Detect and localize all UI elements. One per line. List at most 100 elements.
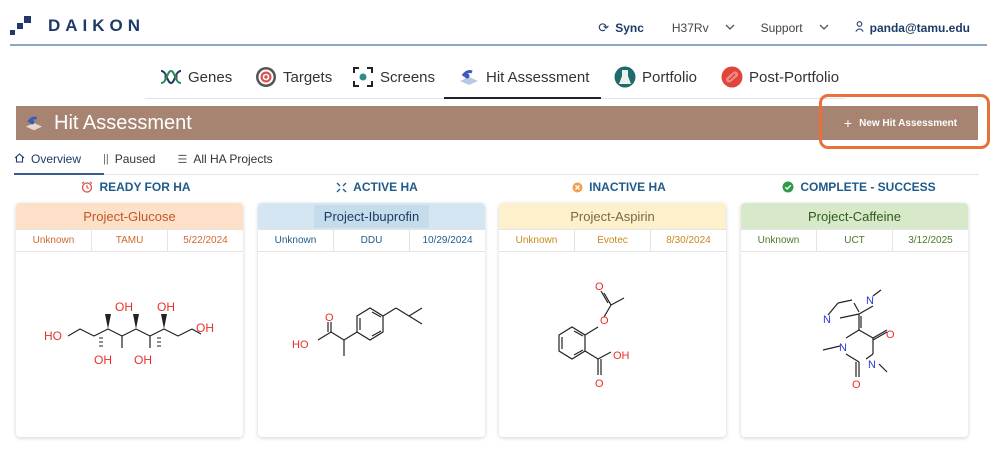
subtab-all-ha-projects[interactable]: ☰ All HA Projects — [177, 148, 272, 170]
card-meta-status: Unknown — [258, 230, 334, 251]
aspirin-atom-label: O — [595, 281, 604, 293]
tab-screens-label: Screens — [380, 68, 436, 86]
chevron-down-icon — [819, 23, 829, 34]
glucose-atom-label: OH — [134, 353, 152, 367]
subtab-paused-label: Paused — [114, 152, 156, 166]
card-meta: Unknown Evotec 8/30/2024 — [499, 229, 726, 252]
strain-dropdown[interactable]: H37Rv — [672, 21, 735, 35]
subtab-overview[interactable]: Overview — [14, 148, 81, 170]
column-header-complete: COMPLETE - SUCCESS — [740, 179, 978, 195]
card-title: Project-Glucose — [16, 203, 243, 229]
glucose-atom-label: OH — [157, 300, 175, 314]
page-title: Hit Assessment — [54, 112, 192, 134]
active-subtab-indicator — [14, 173, 104, 175]
support-dropdown[interactable]: Support — [761, 21, 829, 35]
dna-icon — [160, 66, 182, 88]
screen-icon — [352, 66, 374, 88]
subtab-paused[interactable]: || Paused — [103, 148, 155, 170]
tab-targets[interactable]: Targets — [255, 55, 332, 99]
pill-icon — [721, 66, 743, 88]
list-icon: ☰ — [177, 153, 188, 166]
glucose-structure: HO OH OH OH OH OH — [44, 300, 214, 367]
hit-assessment-icon — [458, 66, 480, 88]
card-meta: Unknown TAMU 5/22/2024 — [16, 229, 243, 252]
glucose-atom-label: OH — [94, 353, 112, 367]
card-meta-org: Evotec — [575, 230, 651, 251]
highlight-annotation — [819, 94, 990, 149]
check-circle-icon — [782, 181, 794, 193]
project-card-caffeine[interactable]: Project-Caffeine Unknown UCT 3/12/2025 N… — [741, 203, 968, 437]
caffeine-atom-label: N — [868, 359, 876, 371]
project-card-aspirin[interactable]: Project-Aspirin Unknown Evotec 8/30/2024… — [499, 203, 726, 437]
card-meta-org: DDU — [334, 230, 410, 251]
caffeine-atom-label: O — [852, 379, 861, 391]
brand-name: DAIKON — [48, 16, 146, 35]
card-meta-status: Unknown — [499, 230, 575, 251]
user-menu[interactable]: panda@tamu.edu — [854, 21, 970, 35]
tab-hit-assessment[interactable]: Hit Assessment — [458, 55, 589, 99]
caffeine-atom-label: O — [886, 329, 895, 341]
chevron-down-icon — [725, 23, 735, 34]
ibuprofen-atom-label: HO — [292, 339, 309, 351]
tab-portfolio-label: Portfolio — [642, 68, 698, 86]
daikon-logo[interactable]: DAIKON — [10, 16, 145, 36]
subtab-bar: Overview || Paused ☰ All HA Projects — [14, 148, 295, 174]
subtab-all-ha-projects-label: All HA Projects — [193, 152, 273, 166]
top-bar: DAIKON ⟳ Sync H37Rv Support panda@tamu.e… — [0, 0, 1005, 46]
main-nav: Genes Targets Screens Hit Assessment Por… — [0, 55, 1005, 99]
card-meta: Unknown UCT 3/12/2025 — [741, 229, 968, 252]
subtab-overview-label: Overview — [31, 152, 82, 166]
card-meta: Unknown DDU 10/29/2024 — [258, 229, 485, 252]
hit-assessment-icon — [24, 114, 44, 137]
tab-screens[interactable]: Screens — [352, 55, 435, 99]
alarm-clock-icon — [81, 181, 93, 193]
tab-genes[interactable]: Genes — [160, 55, 232, 99]
column-header-active: ACTIVE HA — [257, 179, 497, 195]
pause-icon: || — [103, 153, 109, 165]
tab-post-portfolio[interactable]: Post-Portfolio — [721, 55, 839, 99]
user-icon — [854, 21, 864, 35]
caffeine-atom-label: N — [823, 314, 831, 326]
expand-icon — [336, 182, 347, 193]
card-meta-status: Unknown — [16, 230, 92, 251]
tab-genes-label: Genes — [188, 68, 233, 86]
card-meta-org: UCT — [817, 230, 893, 251]
column-header-inactive: INACTIVE HA — [499, 179, 739, 195]
glucose-atom-label: OH — [115, 300, 133, 314]
logo-mark-icon — [10, 16, 31, 36]
sync-button[interactable]: ⟳ Sync — [598, 20, 644, 36]
card-title: Project-Caffeine — [741, 203, 968, 229]
home-icon — [14, 152, 25, 166]
card-meta-date: 8/30/2024 — [666, 235, 711, 246]
column-header-label: READY FOR HA — [99, 180, 191, 194]
subtab-baseline — [14, 174, 979, 175]
active-tab-indicator — [444, 97, 601, 99]
column-header-ready: READY FOR HA — [16, 179, 256, 195]
project-card-glucose[interactable]: Project-Glucose Unknown TAMU 5/22/2024 H… — [16, 203, 243, 437]
strain-label: H37Rv — [671, 21, 709, 35]
ibuprofen-structure: O HO — [292, 307, 423, 356]
tab-hit-assessment-label: Hit Assessment — [486, 68, 590, 86]
target-icon — [255, 66, 277, 88]
card-meta-date: 10/29/2024 — [422, 235, 473, 246]
aspirin-atom-label: OH — [613, 350, 630, 362]
project-card-ibuprofin[interactable]: Project-Ibuprofin Unknown DDU 10/29/2024… — [258, 203, 485, 437]
tab-portfolio[interactable]: Portfolio — [614, 55, 697, 99]
user-email: panda@tamu.edu — [869, 21, 970, 35]
glucose-atom-label: OH — [196, 321, 214, 335]
tab-targets-label: Targets — [283, 68, 333, 86]
sync-label: Sync — [615, 21, 644, 35]
card-title: Project-Aspirin — [499, 203, 726, 229]
column-header-label: ACTIVE HA — [353, 180, 418, 194]
caffeine-atom-label: N — [839, 342, 847, 354]
card-meta-org: TAMU — [92, 230, 168, 251]
card-meta-date: 3/12/2025 — [908, 235, 953, 246]
support-label: Support — [760, 21, 803, 35]
glucose-atom-label: HO — [44, 329, 62, 343]
aspirin-atom-label: O — [595, 378, 604, 390]
column-header-label: INACTIVE HA — [589, 180, 666, 194]
topbar-divider — [10, 44, 987, 46]
card-meta-date: 5/22/2024 — [183, 235, 228, 246]
tab-post-portfolio-label: Post-Portfolio — [749, 68, 840, 86]
caffeine-structure: N N N N O O — [822, 289, 895, 391]
